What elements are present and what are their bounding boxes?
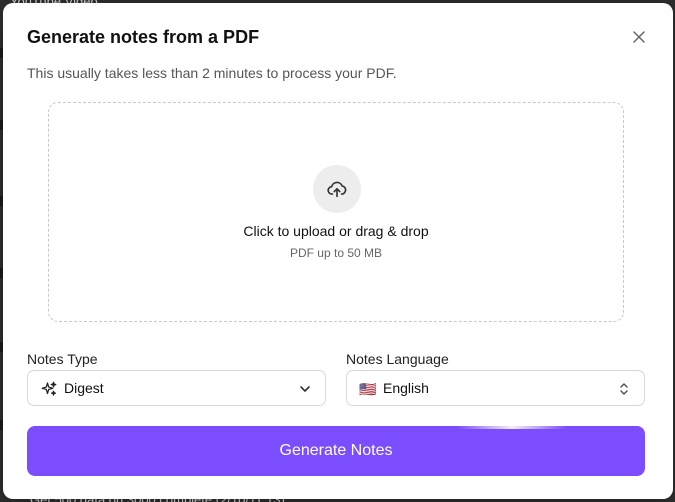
chevron-up-down-icon [616, 381, 632, 397]
close-icon [633, 31, 645, 43]
notes-type-value: Digest [64, 380, 104, 396]
cloud-upload-icon [327, 181, 347, 198]
upload-title: Click to upload or drag & drop [243, 223, 429, 239]
notes-language-label: Notes Language [346, 351, 449, 367]
dialog-title: Generate notes from a PDF [27, 27, 260, 47]
pdf-dropzone[interactable]: Click to upload or drag & drop PDF up to… [48, 102, 624, 322]
generate-notes-label: Generate Notes [279, 442, 393, 459]
close-button[interactable] [631, 29, 647, 45]
dialog-subtitle: This usually takes less than 2 minutes t… [27, 65, 397, 81]
notes-language-value: English [383, 380, 429, 396]
button-highlight [457, 426, 567, 429]
chevron-down-icon [297, 381, 313, 397]
upload-hint: PDF up to 50 MB [289, 246, 383, 260]
us-flag-icon: 🇺🇸 [359, 381, 377, 397]
notes-type-label: Notes Type [27, 351, 98, 367]
generate-notes-dialog: Generate notes from a PDF This usually t… [3, 3, 673, 499]
upload-icon-wrapper [313, 165, 361, 213]
notes-type-select[interactable]: Digest [27, 370, 326, 406]
generate-notes-button[interactable]: Generate Notes [27, 426, 645, 476]
notes-language-select[interactable]: 🇺🇸 English [346, 370, 645, 406]
sparkles-icon [40, 380, 58, 398]
